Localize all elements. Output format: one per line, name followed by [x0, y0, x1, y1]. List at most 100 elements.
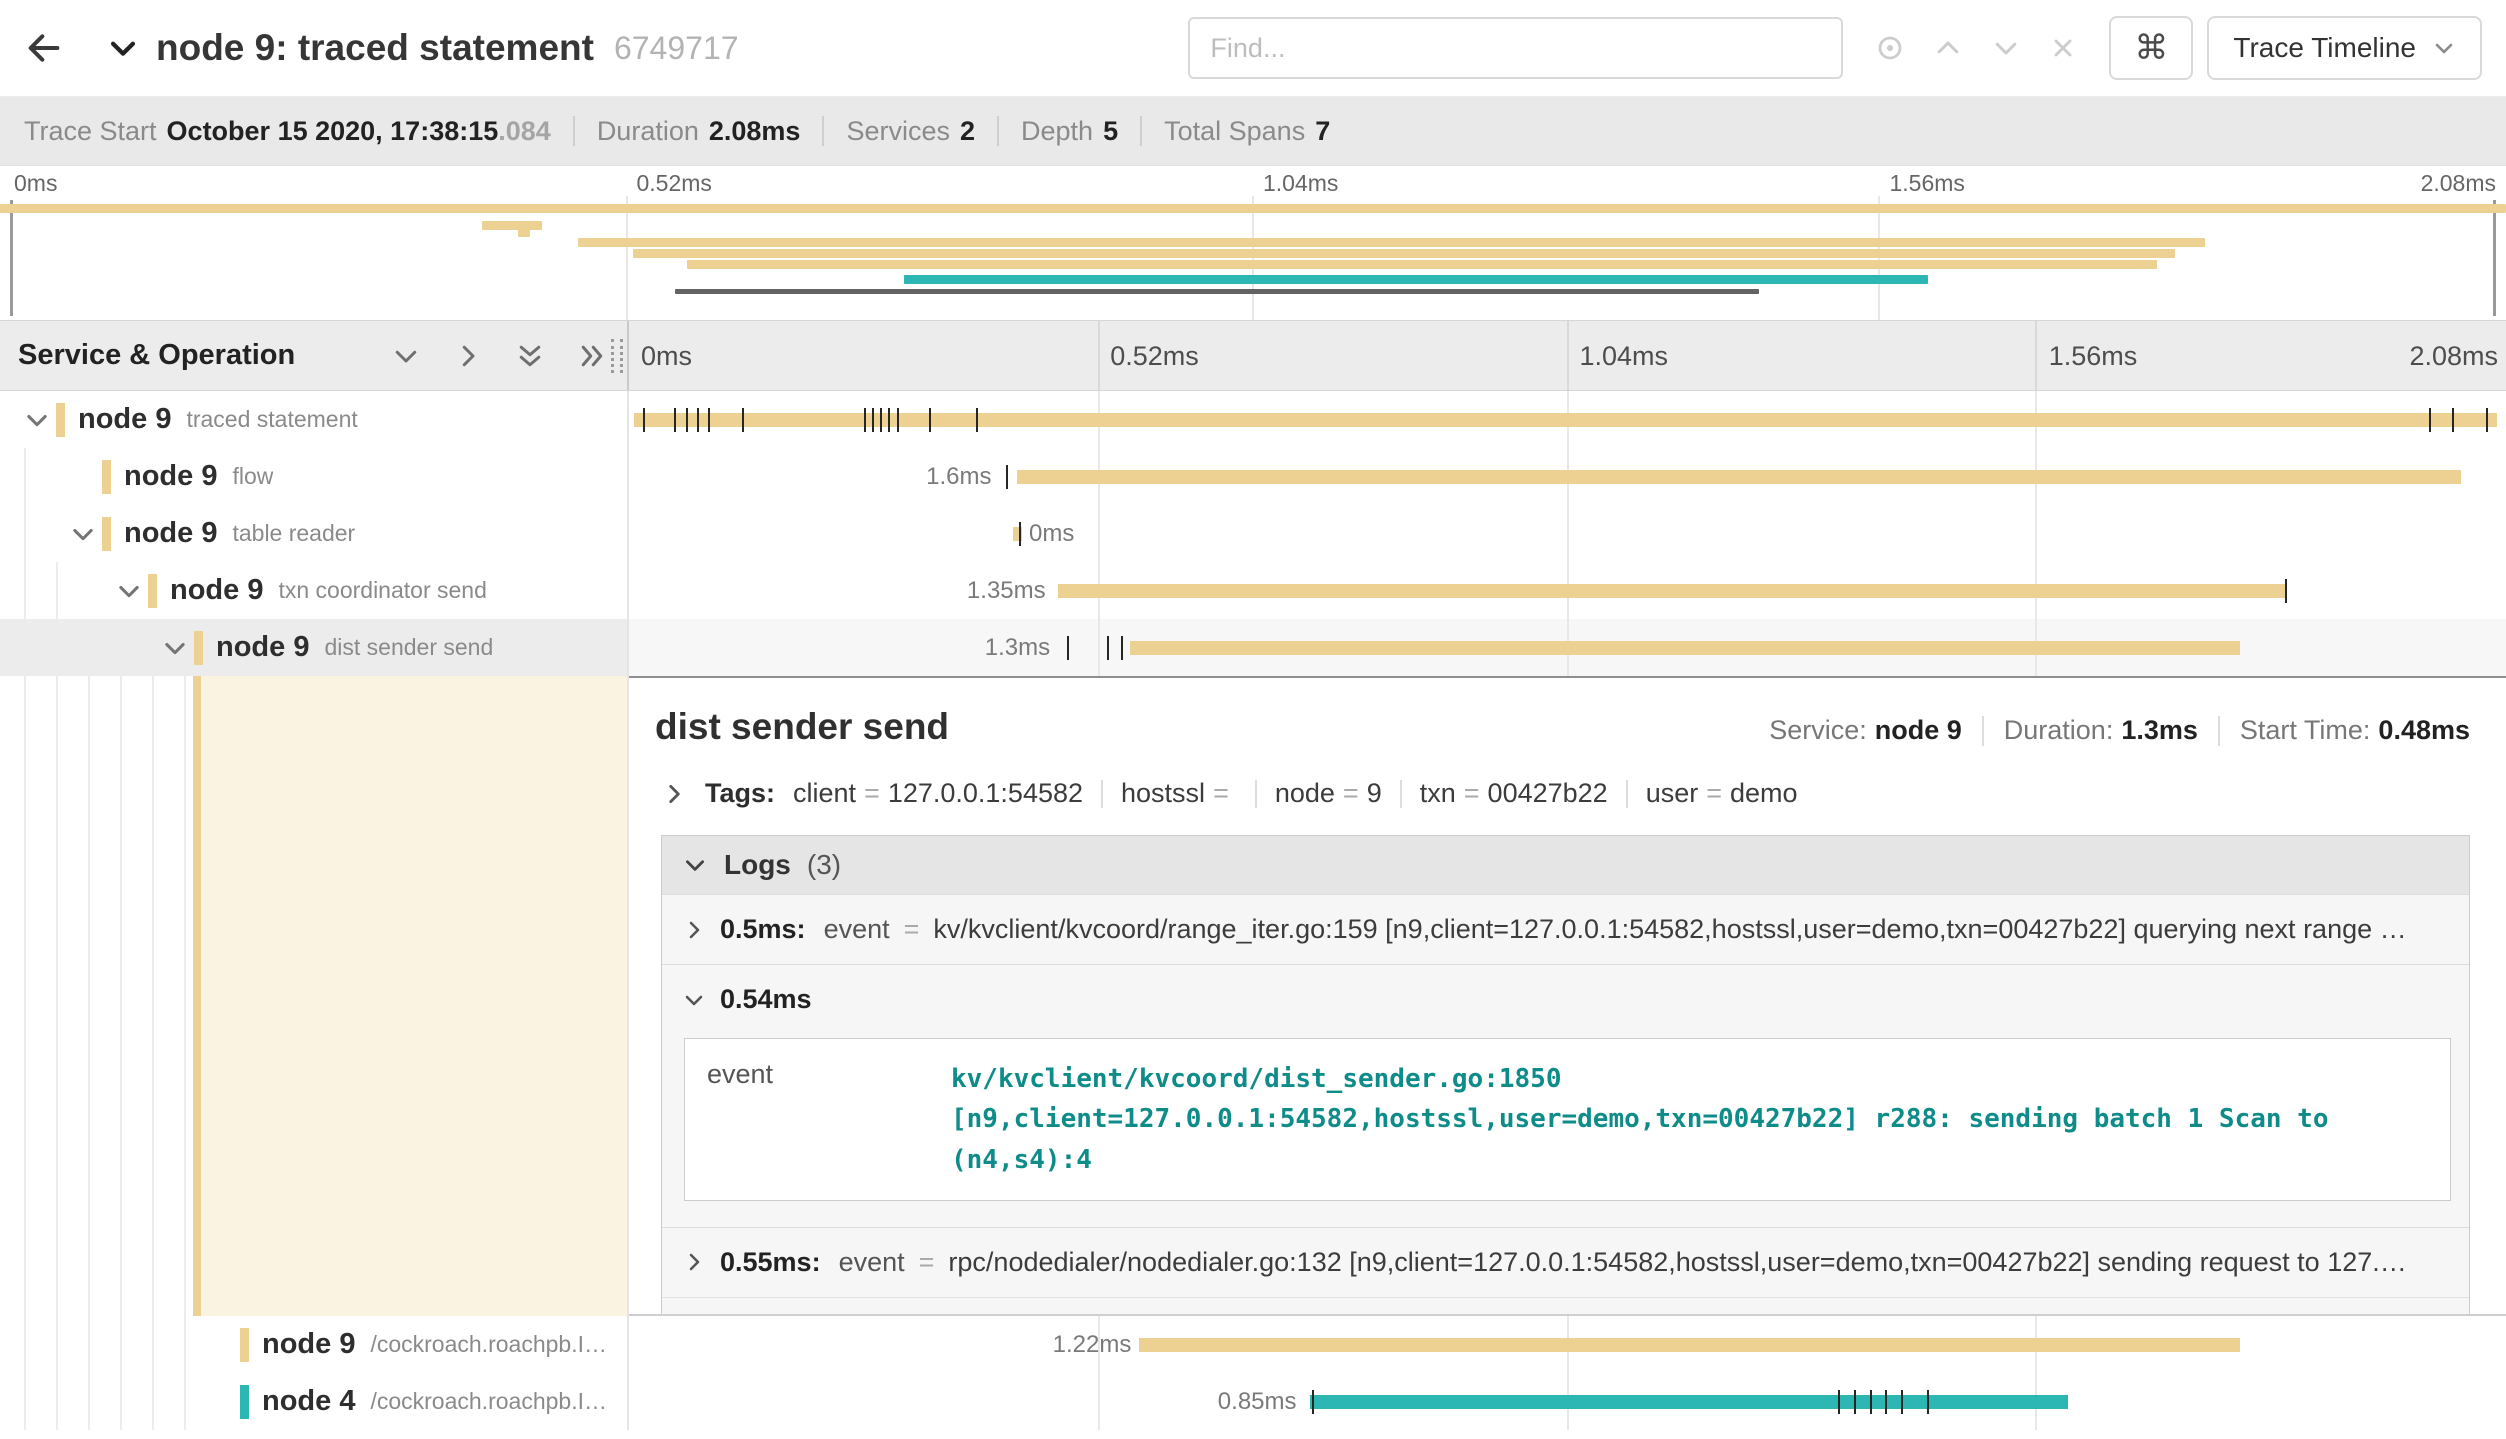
expand-one-icon[interactable] [453, 341, 483, 371]
span-duration-label: 1.22ms [1053, 1331, 1132, 1359]
span-track[interactable]: 0.85ms [629, 1373, 2506, 1430]
chevron-down-icon[interactable] [156, 634, 194, 662]
trace-timeline-view: node 9: traced statement 6749717 ⌘ Trace… [0, 0, 2506, 1439]
span-name-cell[interactable]: node 4 /cockroach.roachpb.I… [0, 1373, 629, 1430]
divider [1140, 116, 1142, 146]
chevron-down-icon[interactable] [64, 520, 102, 548]
log-key: event [839, 1247, 905, 1278]
indent-guide [88, 1316, 90, 1373]
span-name-cell[interactable]: node 9 flow [0, 448, 629, 505]
span-bar[interactable] [1310, 1395, 2068, 1409]
log-field-key: event [685, 1039, 925, 1200]
span-name-cell[interactable]: node 9 dist sender send [0, 619, 629, 676]
indent-guide [24, 562, 26, 619]
column-resizer-grip[interactable] [611, 339, 623, 373]
divider [1400, 780, 1402, 808]
operation-name: txn coordinator send [278, 577, 486, 604]
span-track[interactable] [629, 391, 2506, 448]
expand-all-icon[interactable] [577, 341, 607, 371]
find-controls [1857, 33, 2095, 63]
span-name-cell[interactable]: node 9 traced statement [0, 391, 629, 448]
minimap-span-bar [518, 228, 530, 237]
log-timestamp: 0.54ms [720, 984, 812, 1015]
span-track[interactable]: 1.3ms [629, 619, 2506, 676]
timeline-minimap: 0ms 0.52ms 1.04ms 1.56ms 2.08ms [0, 166, 2506, 320]
span-bar[interactable] [1130, 641, 2240, 655]
page-title: node 9: traced statement [156, 27, 594, 69]
span-log-marker [697, 408, 699, 432]
span-log-marker [1006, 465, 1008, 489]
trace-title-toggle[interactable]: node 9: traced statement 6749717 [106, 27, 739, 69]
tag-node: node=9 [1275, 778, 1382, 809]
minimap-canvas[interactable] [0, 196, 2506, 320]
service-name: node 9 [78, 403, 171, 436]
span-tags-toggle[interactable]: Tags: client=127.0.0.1:54582 hostssl= no… [655, 778, 2470, 809]
minimap-range-handle-left[interactable] [10, 200, 13, 316]
arrow-left-icon [24, 28, 64, 68]
span-log-marker [1312, 1390, 1314, 1414]
back-button[interactable] [12, 16, 76, 80]
divider [1255, 780, 1257, 808]
chevron-right-icon [682, 1250, 706, 1274]
collapse-all-icon[interactable] [515, 341, 545, 371]
span-duration-label: 0.85ms [1218, 1388, 1297, 1416]
span-color-chip [102, 460, 111, 494]
indent-guide [56, 619, 58, 676]
chevron-down-icon[interactable] [18, 406, 56, 434]
span-bar[interactable] [1139, 1338, 2240, 1352]
span-duration-label: 1.6ms [926, 463, 991, 491]
span-log-marker [708, 408, 710, 432]
chevron-down-icon [682, 988, 706, 1012]
trace-duration: Duration2.08ms [597, 116, 801, 147]
span-start-time: Start Time:0.48ms [2240, 715, 2470, 746]
span-track[interactable]: 0ms [629, 505, 2506, 562]
logs-count: (3) [807, 849, 841, 881]
span-log-marker [674, 408, 676, 432]
indent-guide [184, 1316, 186, 1373]
span-log-marker [929, 408, 931, 432]
trace-timeline-dropdown[interactable]: Trace Timeline [2207, 16, 2482, 80]
indent-guide [152, 1373, 154, 1430]
indent-guide [56, 676, 58, 1316]
span-log-marker [1107, 636, 1109, 660]
span-name-cell[interactable]: node 9 /cockroach.roachpb.I… [0, 1316, 629, 1373]
prev-match-icon[interactable] [1933, 33, 1963, 63]
span-name-cell[interactable]: node 9 txn coordinator send [0, 562, 629, 619]
service-name: node 9 [262, 1328, 355, 1361]
chevron-right-icon [682, 918, 706, 942]
indent-guide [24, 1316, 26, 1373]
keyboard-shortcuts-button[interactable]: ⌘ [2109, 16, 2193, 80]
operation-name: table reader [232, 520, 355, 547]
log-entry-toggle[interactable]: 0.5ms: event = kv/kvclient/kvcoord/range… [662, 895, 2469, 964]
span-bar[interactable] [1017, 470, 2461, 484]
timeline-header: Service & Operation 0ms 0.52ms 1.04 [0, 320, 2506, 391]
span-color-chip [240, 1328, 249, 1362]
indent-guide [120, 676, 122, 1316]
span-log-marker [1067, 636, 1069, 660]
minimap-span-bar [578, 238, 2204, 247]
span-row-roachpb-node4: node 4 /cockroach.roachpb.I… 0.85ms [0, 1373, 2506, 1430]
operation-name: dist sender send [324, 634, 493, 661]
span-bar[interactable] [634, 413, 2497, 427]
match-indicator-icon[interactable] [1875, 33, 1905, 63]
find-input[interactable] [1188, 17, 1843, 79]
log-entry-toggle[interactable]: 0.54ms [662, 965, 2469, 1034]
span-track[interactable]: 1.6ms [629, 448, 2506, 505]
service-name: node 9 [170, 574, 263, 607]
span-color-chip [240, 1385, 249, 1419]
clear-find-icon[interactable] [2049, 34, 2077, 62]
span-bar[interactable] [1058, 584, 2285, 598]
service-name: node 4 [262, 1385, 355, 1418]
log-value: kv/kvclient/kvcoord/range_iter.go:159 [n… [933, 914, 2449, 945]
indent-guide [152, 1316, 154, 1373]
span-track[interactable]: 1.22ms [629, 1316, 2506, 1373]
minimap-range-handle-right[interactable] [2493, 200, 2496, 316]
next-match-icon[interactable] [1991, 33, 2021, 63]
chevron-down-icon[interactable] [110, 577, 148, 605]
logs-footer-note: Log timestamps are relative to the start… [662, 1297, 2469, 1316]
span-track[interactable]: 1.35ms [629, 562, 2506, 619]
collapse-one-icon[interactable] [391, 341, 421, 371]
span-name-cell[interactable]: node 9 table reader [0, 505, 629, 562]
logs-header[interactable]: Logs (3) [662, 836, 2469, 894]
log-entry-toggle[interactable]: 0.55ms: event = rpc/nodedialer/nodediale… [662, 1228, 2469, 1297]
